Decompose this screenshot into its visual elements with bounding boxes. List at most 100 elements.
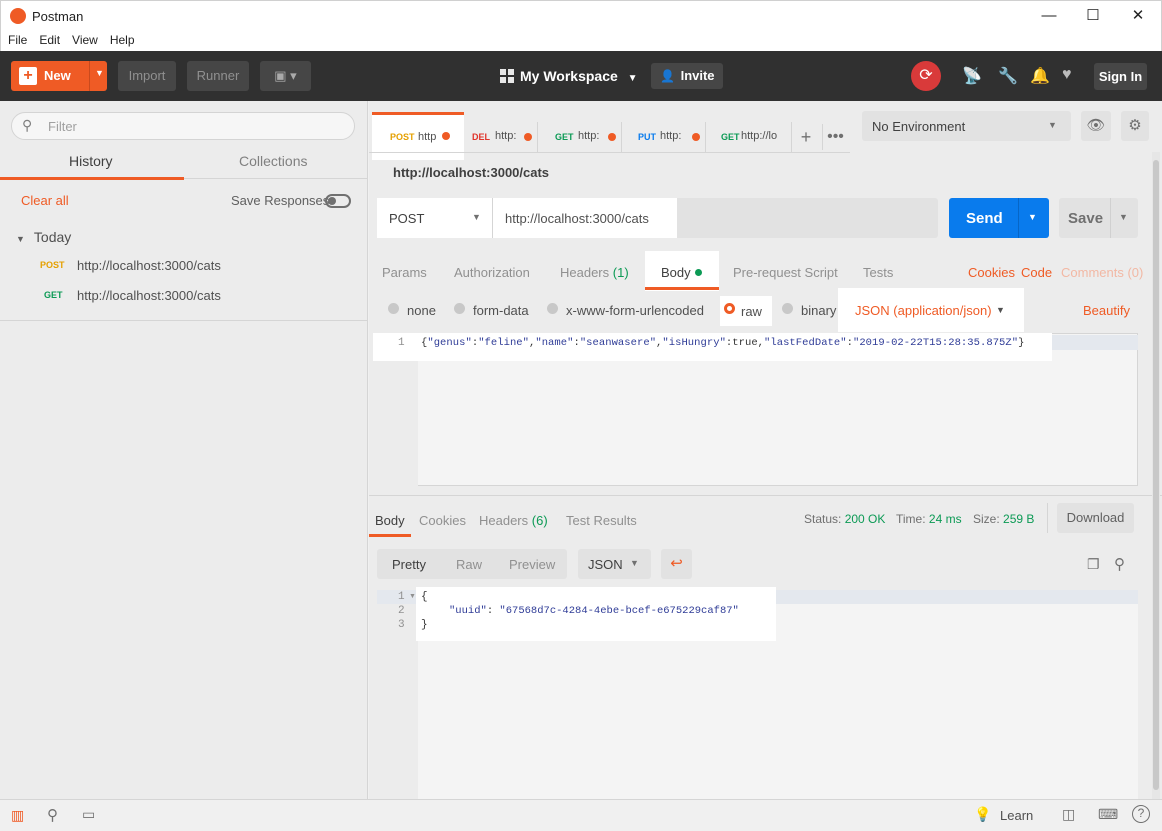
find-icon[interactable]: ⚲ — [47, 806, 58, 824]
request-tab[interactable]: GET http: — [538, 122, 622, 152]
runner-button[interactable]: Runner — [187, 61, 249, 91]
sidebar-toggle-icon[interactable]: ▥ — [11, 807, 24, 824]
chevron-down-icon: ▼ — [996, 305, 1005, 315]
menu-view[interactable]: View — [65, 30, 103, 47]
time-label: Time: — [896, 512, 926, 526]
tab-collections[interactable]: Collections — [239, 153, 307, 169]
view-mode-raw[interactable]: Raw — [456, 557, 482, 572]
tab-params[interactable]: Params — [382, 265, 427, 280]
help-icon[interactable]: ? — [1132, 805, 1150, 823]
response-tab-body[interactable]: Body — [375, 513, 405, 528]
menu-edit[interactable]: Edit — [32, 30, 65, 47]
tab-headers-label: Headers — [560, 265, 610, 280]
maximize-button[interactable]: ☐ — [1070, 1, 1116, 31]
keyboard-icon[interactable]: ⌨ — [1098, 806, 1118, 823]
url-input[interactable]: http://localhost:3000/cats — [493, 198, 677, 238]
history-item[interactable]: POST http://localhost:3000/cats — [0, 251, 368, 281]
heart-icon[interactable]: ♥ — [1062, 66, 1072, 84]
chevron-down-icon[interactable]: ▼ — [1119, 212, 1128, 222]
environment-label: No Environment — [872, 119, 966, 134]
view-mode-preview[interactable]: Preview — [509, 557, 555, 572]
response-tab-cookies[interactable]: Cookies — [419, 513, 466, 528]
response-headers-count: (6) — [531, 513, 548, 528]
json-value: "67568d7c-4284-4ebe-bcef-e675229caf87" — [499, 605, 739, 617]
save-responses-toggle[interactable] — [325, 194, 351, 208]
url-value: http://localhost:3000/cats — [505, 211, 649, 226]
comments-link[interactable]: Comments (0) — [1061, 265, 1143, 280]
sign-in-button[interactable]: Sign In — [1094, 63, 1147, 90]
wrap-lines-icon[interactable]: ↩ — [661, 549, 692, 579]
history-item[interactable]: GET http://localhost:3000/cats — [0, 281, 368, 311]
tab-label: http: — [660, 130, 682, 142]
history-item-url: http://localhost:3000/cats — [77, 288, 221, 303]
clear-all-link[interactable]: Clear all — [21, 193, 69, 208]
tab-body[interactable]: Body — [645, 251, 719, 291]
radio-binary[interactable]: binary — [782, 303, 836, 318]
response-tab-test-results[interactable]: Test Results — [566, 513, 637, 528]
tab-pre-request-script[interactable]: Pre-request Script — [733, 265, 838, 280]
radio-form-data[interactable]: form-data — [454, 303, 529, 318]
workspace-selector[interactable]: My Workspace ▼ — [500, 68, 638, 84]
fold-icon[interactable]: ▼ — [409, 593, 416, 600]
search-icon[interactable]: ⚲ — [1114, 555, 1125, 573]
request-tab[interactable]: DEL http: — [464, 122, 538, 152]
environment-select[interactable]: No Environment ▼ — [862, 111, 1071, 141]
two-pane-icon[interactable]: ◫ — [1062, 806, 1075, 823]
sidebar: ⚲ Filter History Collections Clear all S… — [0, 101, 368, 799]
lightbulb-icon: 💡 — [974, 806, 992, 822]
console-icon[interactable]: ▭ — [82, 806, 95, 823]
history-group-today[interactable]: ▼ Today — [16, 229, 71, 245]
download-button[interactable]: Download — [1057, 503, 1134, 533]
code-link[interactable]: Code — [1021, 265, 1052, 280]
close-button[interactable]: ✕ — [1115, 1, 1161, 31]
wrench-icon[interactable]: 🔧 — [998, 66, 1018, 86]
gear-icon[interactable]: ⚙ — [1121, 111, 1149, 141]
unsaved-dot-icon — [692, 133, 700, 141]
response-tab-headers[interactable]: Headers (6) — [479, 513, 548, 528]
request-tab[interactable]: GET http://lo — [706, 122, 792, 152]
active-tab-indicator — [645, 287, 719, 290]
menu-help[interactable]: Help — [103, 30, 140, 47]
scrollbar-thumb[interactable] — [1153, 160, 1159, 790]
tab-headers[interactable]: Headers (1) — [560, 265, 629, 280]
radio-none[interactable]: none — [388, 303, 436, 318]
tab-method: GET — [721, 132, 740, 142]
tab-method: POST — [390, 132, 415, 142]
tab-tests[interactable]: Tests — [863, 265, 893, 280]
bell-icon[interactable]: 🔔 — [1030, 66, 1050, 86]
new-window-button[interactable]: ▣ ▾ — [260, 61, 311, 91]
new-button[interactable]: + New ▼ — [11, 61, 107, 91]
view-mode-pretty[interactable]: Pretty — [392, 557, 426, 572]
sync-icon[interactable]: ⟳ — [911, 61, 941, 91]
filter-input[interactable]: ⚲ Filter — [11, 112, 355, 140]
more-tabs-icon[interactable]: ••• — [822, 124, 848, 150]
menu-file[interactable]: File — [1, 30, 32, 47]
cookies-link[interactable]: Cookies — [968, 265, 1015, 280]
save-button[interactable]: Save ▼ — [1059, 198, 1138, 238]
tab-history[interactable]: History — [69, 153, 113, 169]
learn-link[interactable]: Learn — [1000, 808, 1033, 823]
chevron-down-icon[interactable]: ▼ — [1028, 212, 1037, 222]
format-select[interactable]: JSON ▼ — [578, 549, 651, 579]
chevron-down-icon[interactable]: ▼ — [95, 68, 104, 78]
invite-button[interactable]: 👤 Invite — [651, 63, 723, 89]
menu-bar: File Edit View Help — [0, 30, 1162, 51]
minimize-button[interactable]: — — [1026, 1, 1072, 31]
unsaved-dot-icon — [524, 133, 532, 141]
request-tab[interactable]: PUT http: — [622, 122, 706, 152]
tab-authorization[interactable]: Authorization — [454, 265, 530, 280]
satellite-icon[interactable]: 📡 — [962, 66, 982, 86]
radio-raw[interactable]: raw — [720, 296, 772, 326]
eye-icon[interactable]: 👁 — [1081, 111, 1111, 141]
status-bar: ▥ ⚲ ▭ 💡 Learn ◫ ⌨ ? — [0, 799, 1162, 831]
import-button[interactable]: Import — [118, 61, 176, 91]
content-type-select[interactable]: JSON (application/json) ▼ — [838, 288, 1024, 332]
chevron-down-icon: ▼ — [627, 73, 638, 84]
beautify-link[interactable]: Beautify — [1083, 303, 1130, 318]
copy-icon[interactable]: ❐ — [1087, 556, 1100, 573]
radio-icon — [388, 303, 399, 314]
send-button[interactable]: Send ▼ — [949, 198, 1049, 238]
add-tab-icon[interactable]: + — [794, 124, 818, 150]
radio-urlencoded[interactable]: x-www-form-urlencoded — [547, 303, 704, 318]
method-select[interactable]: POST ▼ — [377, 198, 493, 238]
